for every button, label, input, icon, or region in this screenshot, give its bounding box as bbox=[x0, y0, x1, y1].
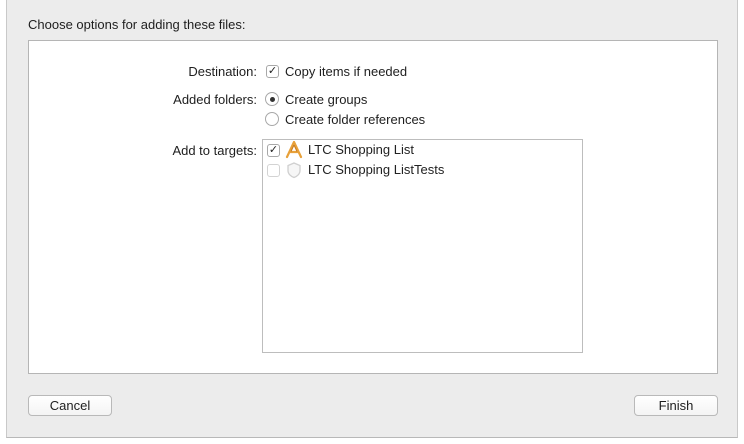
target-checkbox-ltc-shopping-listtests[interactable] bbox=[267, 164, 280, 177]
dialog-heading: Choose options for adding these files: bbox=[28, 17, 246, 32]
add-files-dialog: Choose options for adding these files: D… bbox=[6, 0, 738, 438]
finish-button[interactable]: Finish bbox=[634, 395, 718, 416]
target-label-ltc-shopping-list: LTC Shopping List bbox=[308, 142, 414, 157]
app-target-icon bbox=[285, 141, 303, 159]
add-to-targets-label: Add to targets: bbox=[172, 143, 257, 158]
target-row[interactable]: ✓ LTC Shopping List bbox=[263, 140, 582, 160]
target-row[interactable]: LTC Shopping ListTests bbox=[263, 160, 582, 180]
targets-list[interactable]: ✓ LTC Shopping List LTC Shopping ListTes… bbox=[262, 139, 583, 353]
options-panel: Destination: ✓ Copy items if needed Adde… bbox=[28, 40, 718, 374]
create-folder-references-label[interactable]: Create folder references bbox=[285, 112, 425, 127]
added-folders-label: Added folders: bbox=[173, 92, 257, 107]
create-groups-label[interactable]: Create groups bbox=[285, 92, 367, 107]
checkmark-icon: ✓ bbox=[268, 144, 279, 156]
target-label-ltc-shopping-listtests: LTC Shopping ListTests bbox=[308, 162, 445, 177]
test-target-icon bbox=[287, 162, 301, 179]
destination-label: Destination: bbox=[188, 64, 257, 79]
create-folder-references-radio[interactable] bbox=[265, 112, 279, 126]
target-checkbox-ltc-shopping-list[interactable]: ✓ bbox=[267, 144, 280, 157]
copy-items-checkbox[interactable]: ✓ bbox=[266, 65, 279, 78]
radio-selected-dot bbox=[269, 96, 275, 102]
checkmark-icon: ✓ bbox=[267, 65, 278, 77]
copy-items-label[interactable]: Copy items if needed bbox=[285, 64, 407, 79]
create-groups-radio[interactable] bbox=[265, 92, 279, 106]
cancel-button[interactable]: Cancel bbox=[28, 395, 112, 416]
